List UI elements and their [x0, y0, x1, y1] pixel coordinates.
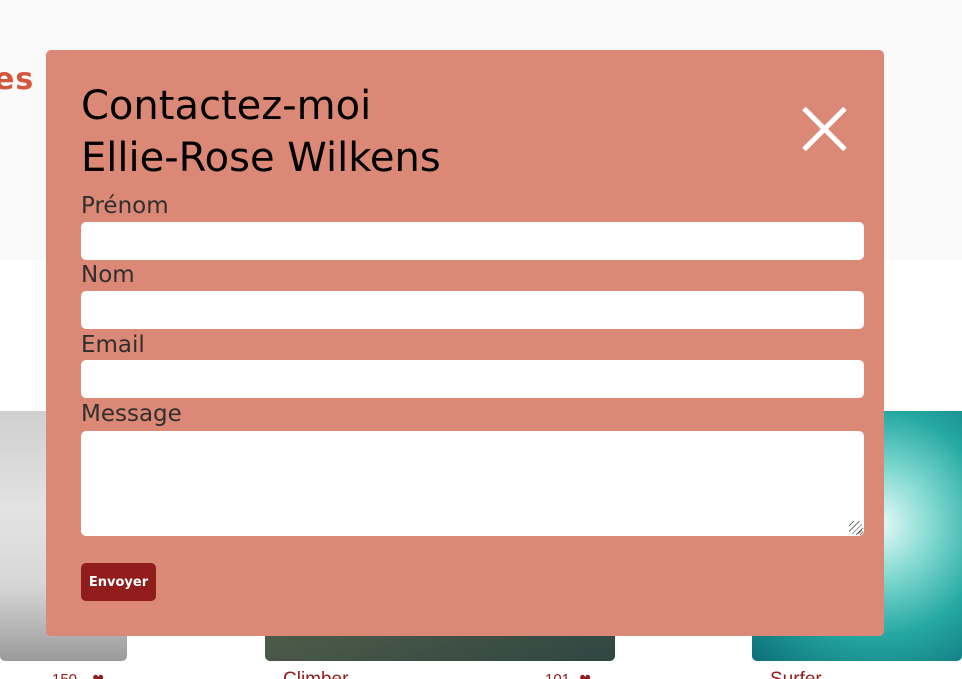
last-name-input[interactable] [81, 291, 864, 329]
likes-count: 150 [52, 671, 77, 679]
media-meta: Surfer [752, 669, 962, 679]
message-label: Message [81, 401, 182, 427]
modal-title: Contactez-moi Ellie-Rose Wilkens [81, 80, 441, 184]
media-title: Surfer [770, 669, 822, 679]
heart-icon[interactable]: ♥ [579, 673, 592, 679]
first-name-input[interactable] [81, 222, 864, 260]
modal-title-line1: Contactez-moi [81, 83, 372, 129]
first-name-label: Prénom [81, 193, 169, 219]
media-title: Climber [283, 669, 348, 679]
close-icon[interactable] [798, 104, 848, 154]
email-label: Email [81, 332, 145, 358]
heart-icon[interactable]: ♥ [92, 673, 105, 679]
contact-button-fragment[interactable]: es [0, 62, 34, 97]
media-meta: 150 ♥ [0, 669, 127, 679]
submit-button[interactable]: Envoyer [81, 563, 156, 601]
media-meta: Climber 101 ♥ [265, 669, 615, 679]
last-name-label: Nom [81, 262, 135, 288]
likes-count: 101 [545, 671, 570, 679]
photographer-page: es 150 ♥ Climber 101 ♥ Surfer Contactez-… [0, 0, 962, 679]
email-input[interactable] [81, 360, 864, 398]
message-textarea[interactable] [81, 431, 864, 536]
contact-modal: Contactez-moi Ellie-Rose Wilkens Prénom … [46, 50, 884, 636]
modal-title-line2: Ellie-Rose Wilkens [81, 135, 441, 181]
